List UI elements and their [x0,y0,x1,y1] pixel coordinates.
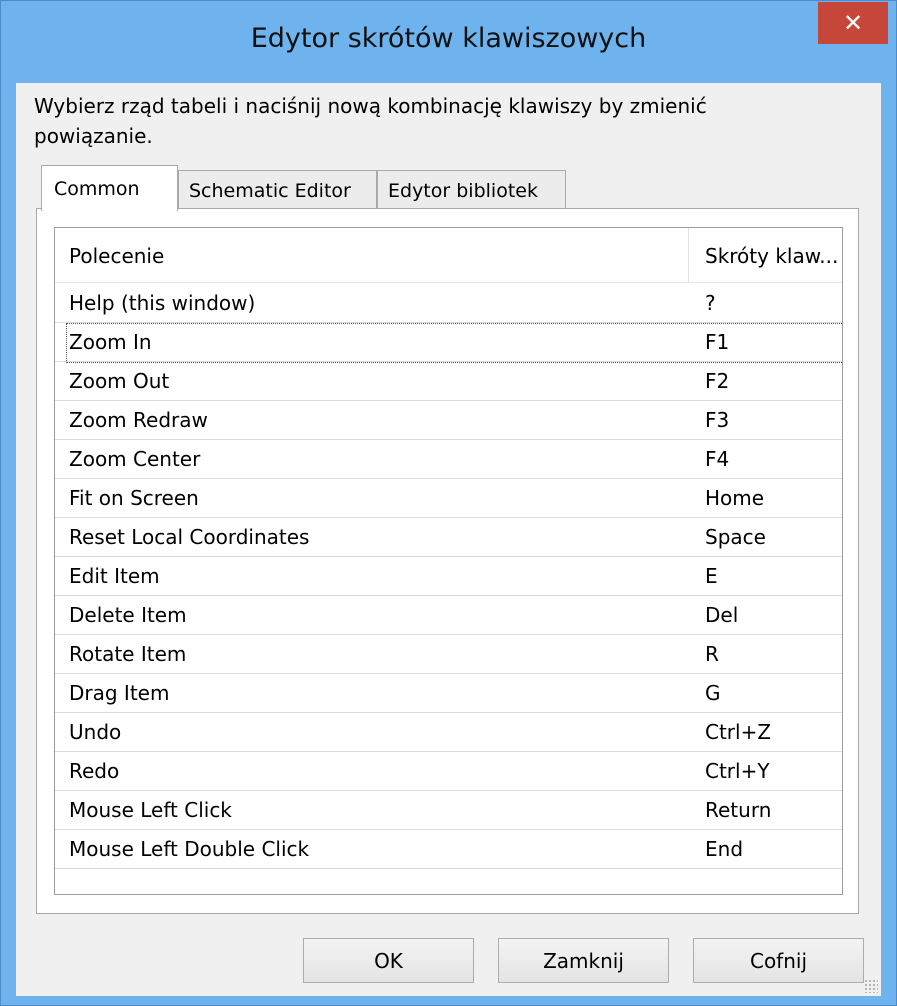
shortcut-cell: G [705,681,721,705]
shortcut-cell: Space [705,525,766,549]
command-cell: Undo [69,720,122,744]
table-header: Polecenie Skróty klaw... [55,228,842,283]
command-cell: Zoom Redraw [69,408,208,432]
command-cell: Drag Item [69,681,170,705]
shortcut-cell: F3 [705,408,730,432]
table-row[interactable]: Zoom Center F4 [55,440,842,479]
shortcut-cell: Return [705,798,772,822]
command-cell: Rotate Item [69,642,187,666]
command-cell: Zoom Out [69,369,170,393]
table-body: Help (this window)? Zoom In F1 Zoom Out F2 Zo… [55,284,842,869]
shortcut-cell: ? [705,291,716,315]
shortcut-cell: F1 [705,330,730,354]
table-row[interactable]: Mouse Left Click Return [55,791,842,830]
table-row[interactable]: Undo Ctrl+Z [55,713,842,752]
shortcut-cell: Ctrl+Y [705,759,770,783]
shortcut-cell: E [705,564,718,588]
table-row[interactable]: Fit on Screen Home [55,479,842,518]
tab-schematic-editor[interactable]: Schematic Editor [178,170,377,210]
shortcut-cell: R [705,642,719,666]
command-cell: Redo [69,759,120,783]
hotkeys-table[interactable]: Polecenie Skróty klaw... Help (this wind… [54,227,843,895]
command-cell: Fit on Screen [69,486,199,510]
column-divider[interactable] [688,228,689,283]
instruction-text: Wybierz rząd tabeli i naciśnij nową komb… [34,94,707,148]
table-row[interactable]: Zoom Redraw F3 [55,401,842,440]
command-cell: Zoom In [69,330,152,354]
table-row[interactable]: Drag Item G [55,674,842,713]
shortcut-cell: F2 [705,369,730,393]
command-cell: Delete Item [69,603,187,627]
tab-edytor-bibliotek[interactable]: Edytor bibliotek [377,170,566,210]
shortcut-cell: Home [705,486,765,510]
table-row[interactable]: Zoom Out F2 [55,362,842,401]
ok-button[interactable]: OK [303,938,474,983]
tab-panel-common: Polecenie Skróty klaw... Help (this wind… [36,208,859,914]
table-row[interactable]: Reset Local Coordinates Space [55,518,842,557]
shortcut-cell: Ctrl+Z [705,720,772,744]
shortcut-cell: Del [705,603,739,627]
command-cell: Mouse Left Click [69,798,232,822]
shortcut-cell: F4 [705,447,730,471]
title-bar[interactable]: Edytor skrótów klawiszowych ✕ [1,1,896,83]
table-row[interactable]: Zoom In F1 [55,323,842,363]
undo-button[interactable]: Cofnij [693,938,864,983]
command-cell: Reset Local Coordinates [69,525,310,549]
column-header-shortcut[interactable]: Skróty klaw... [705,228,842,283]
table-row[interactable]: Help (this window)? [55,284,842,323]
close-button[interactable]: Zamknij [498,938,669,983]
window-title: Edytor skrótów klawiszowych [250,23,647,54]
tab-common[interactable]: Common [41,165,178,211]
command-cell: Help (this window) [69,291,256,315]
dialog-client-area: Wybierz rząd tabeli i naciśnij nową komb… [16,83,881,996]
shortcut-cell: End [705,837,744,861]
table-row[interactable]: Edit Item E [55,557,842,596]
table-row[interactable]: Delete Item Del [55,596,842,635]
resize-grip-icon[interactable] [864,979,878,993]
table-row[interactable]: Mouse Left Double Click End [55,830,842,869]
close-icon[interactable]: ✕ [818,2,888,44]
command-cell: Mouse Left Double Click [69,837,310,861]
dialog-window: Edytor skrótów klawiszowych ✕ Wybierz rz… [0,0,897,1006]
command-cell: Zoom Center [69,447,201,471]
column-header-command[interactable]: Polecenie [69,228,689,283]
command-cell: Edit Item [69,564,160,588]
table-row[interactable]: Rotate Item R [55,635,842,674]
table-row[interactable]: Redo Ctrl+Y [55,752,842,791]
